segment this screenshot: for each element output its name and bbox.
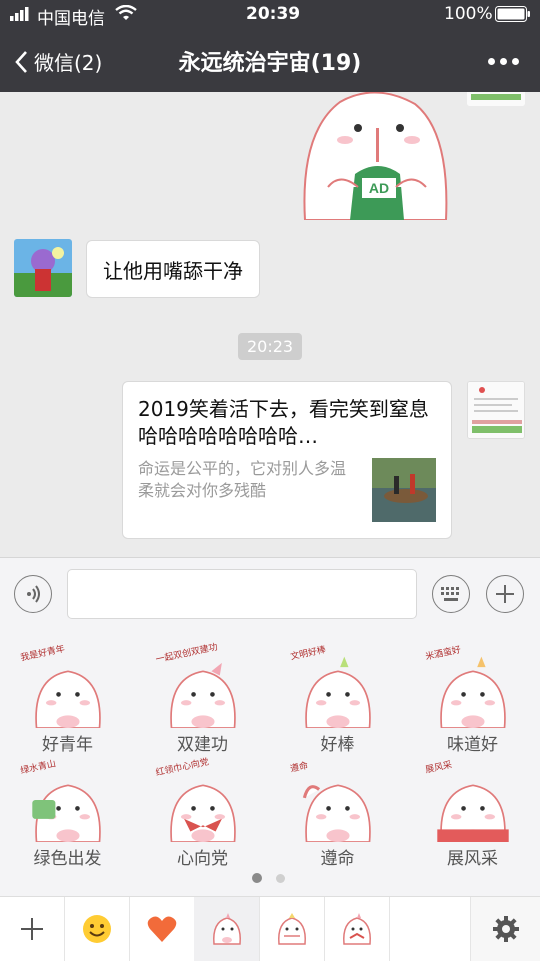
sticker-image: 米酒蛮好 bbox=[424, 644, 515, 729]
link-thumbnail bbox=[372, 458, 436, 522]
chevron-left-icon bbox=[15, 50, 27, 73]
back-label: 微信(2) bbox=[34, 51, 103, 75]
sticker-pack-tab-active[interactable] bbox=[194, 897, 260, 961]
sticker-item[interactable]: 文明好棒 好棒 bbox=[270, 644, 405, 759]
sticker-item[interactable]: 展风采 展风采 bbox=[405, 758, 540, 873]
sticker-label: 心向党 bbox=[177, 849, 228, 869]
plus-icon bbox=[21, 918, 43, 940]
keyboard-button[interactable] bbox=[432, 575, 470, 613]
more-button[interactable] bbox=[488, 50, 524, 69]
sticker-message[interactable]: AD bbox=[300, 92, 450, 221]
wifi-icon bbox=[115, 4, 137, 25]
page-dot[interactable] bbox=[276, 874, 285, 883]
input-bar bbox=[0, 557, 540, 631]
sticker-pack-icon bbox=[212, 913, 241, 945]
sticker-label: 绿色出发 bbox=[33, 849, 102, 869]
keyboard-icon bbox=[441, 587, 459, 601]
message-input[interactable] bbox=[67, 569, 417, 619]
friend-avatar[interactable] bbox=[14, 239, 72, 297]
heart-icon bbox=[147, 916, 176, 942]
emoji-tab-bar bbox=[0, 896, 540, 961]
sticker-pack-icon bbox=[342, 913, 371, 945]
sticker-label: 味道好 bbox=[447, 735, 498, 755]
sticker-item[interactable]: 米酒蛮好 味道好 bbox=[405, 644, 540, 759]
battery-percent: 100% bbox=[444, 4, 493, 24]
sticker-panel: 我是好青年 好青年 一起双创双建功 双建功 文明好棒 好棒 米酒蛮好 味道好 绿水青山 绿色出发红… bbox=[0, 630, 540, 896]
back-button[interactable]: 微信(2) bbox=[14, 47, 102, 76]
incoming-text-bubble[interactable]: 让他用嘴舔干净 bbox=[86, 240, 260, 298]
more-dot bbox=[512, 58, 519, 65]
link-card[interactable]: 2019笑着活下去，看完笑到窒息哈哈哈哈哈哈哈哈… 命运是公平的，它对别人多温柔… bbox=[122, 381, 452, 539]
add-sticker-tab[interactable] bbox=[0, 897, 65, 961]
sticker-label: 好棒 bbox=[320, 735, 355, 755]
carrier-label: 中国电信 bbox=[37, 9, 105, 29]
gear-icon bbox=[493, 916, 519, 942]
voice-icon bbox=[27, 585, 40, 603]
sticker-image: 我是好青年 bbox=[19, 644, 110, 729]
top-bar: 中国电信 20:39 100% 微信(2) 永远统治宇宙(19) bbox=[0, 0, 540, 92]
sticker-image: 红领巾心向党 bbox=[154, 757, 245, 843]
sticker-image: 文明好棒 bbox=[289, 644, 380, 729]
sticker-label: 遵命 bbox=[320, 849, 355, 869]
time-separator: 20:23 bbox=[238, 333, 303, 360]
sticker-item[interactable]: 一起双创双建功双建功 bbox=[135, 643, 270, 759]
more-dot bbox=[488, 58, 495, 65]
emoji-tab[interactable] bbox=[64, 897, 130, 961]
chat-title: 永远统治宇宙(19) bbox=[178, 51, 362, 76]
sticker-label: 好青年 bbox=[42, 735, 93, 755]
sticker-image: 展风采 bbox=[424, 758, 515, 843]
sticker-label: 双建功 bbox=[177, 735, 228, 755]
sticker-item[interactable]: 红领巾心向党 心向党 bbox=[135, 757, 270, 873]
sticker-pack-tab[interactable] bbox=[259, 897, 325, 961]
link-title: 2019笑着活下去，看完笑到窒息哈哈哈哈哈哈哈哈… bbox=[138, 397, 429, 448]
sticker-image: 一起双创双建功 bbox=[154, 643, 245, 729]
sticker-item[interactable]: 绿水青山 绿色出发 bbox=[0, 758, 135, 873]
add-button[interactable] bbox=[486, 575, 524, 613]
chat-area[interactable]: AD 让他用嘴舔干净 20:23 2019笑着活下去，看完笑到窒息哈哈哈哈哈哈哈… bbox=[0, 92, 540, 557]
my-avatar[interactable] bbox=[467, 92, 525, 106]
sticker-image: 遵命 bbox=[289, 758, 380, 843]
emoji-settings-button[interactable] bbox=[470, 897, 540, 961]
my-avatar[interactable] bbox=[467, 381, 525, 439]
page-dot-active[interactable] bbox=[252, 873, 262, 883]
plus-icon bbox=[496, 585, 514, 603]
sticker-item[interactable]: 遵命 遵命 bbox=[270, 758, 405, 873]
sticker-pack-tab[interactable] bbox=[324, 897, 390, 961]
voice-button[interactable] bbox=[14, 575, 52, 613]
sticker-label: 展风采 bbox=[447, 849, 498, 869]
message-text: 让他用嘴舔干净 bbox=[103, 258, 243, 283]
status-time: 20:39 bbox=[246, 4, 301, 24]
sticker-item[interactable]: 我是好青年 好青年 bbox=[0, 644, 135, 759]
link-description: 命运是公平的，它对别人多温柔就会对你多残酷 bbox=[138, 459, 347, 500]
signal-icon bbox=[10, 6, 34, 25]
more-dot bbox=[500, 58, 507, 65]
emoji-icon bbox=[82, 915, 111, 943]
sticker-pack-icon bbox=[277, 913, 306, 945]
sticker-can-text: AD bbox=[369, 180, 389, 196]
sticker-image: 绿水青山 bbox=[19, 758, 110, 843]
favorites-tab[interactable] bbox=[129, 897, 195, 961]
battery-icon bbox=[495, 6, 531, 26]
